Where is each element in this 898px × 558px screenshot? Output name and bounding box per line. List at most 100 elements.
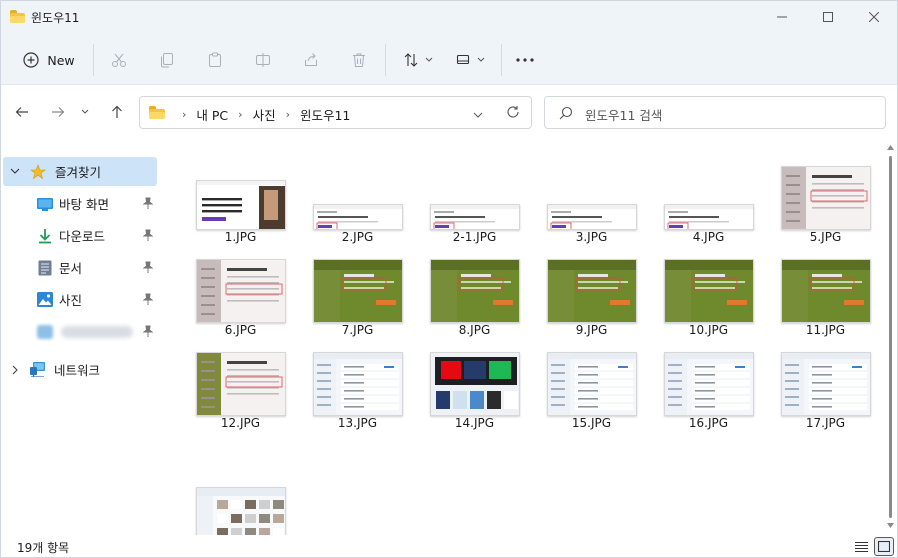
file-item[interactable]: 11.JPG [767, 243, 883, 337]
image-thumbnail [312, 259, 403, 323]
more-options-button[interactable] [511, 44, 539, 76]
chevron-down-icon [425, 57, 433, 62]
refresh-button[interactable] [506, 105, 522, 121]
title-bar[interactable]: 윈도우11 [1, 1, 897, 35]
blurred-label [61, 325, 133, 338]
new-label: New [47, 52, 75, 68]
view-icon [456, 54, 470, 65]
document-icon [38, 260, 52, 275]
explorer-window: 윈도우11 New › 내 PC › 사진 › 윈도우11 윈도우11 검색 즐… [0, 0, 898, 558]
command-bar: New [1, 35, 897, 85]
thumbnail-frame [650, 150, 767, 230]
file-item[interactable]: 2.JPG [299, 150, 416, 244]
file-item[interactable]: 17.JPG [767, 336, 883, 430]
file-name: 5.JPG [809, 230, 842, 244]
file-item[interactable]: 1.JPG [182, 150, 299, 244]
paste-button[interactable] [201, 44, 229, 76]
share-button[interactable] [297, 44, 325, 76]
sort-button[interactable] [397, 44, 439, 76]
sidebar-item-network[interactable]: 네트워크 [3, 355, 157, 384]
file-item[interactable]: 14.JPG [416, 336, 533, 430]
copy-button[interactable] [153, 44, 181, 76]
scroll-thumb[interactable] [889, 156, 892, 518]
separator [93, 44, 94, 76]
rename-icon [256, 53, 270, 67]
file-item[interactable]: 6.JPG [182, 243, 299, 337]
arrow-right-icon [52, 107, 65, 117]
cut-button[interactable] [105, 44, 133, 76]
file-name: 12.JPG [220, 416, 261, 430]
back-button[interactable] [9, 99, 35, 125]
image-thumbnail [312, 352, 403, 416]
search-box[interactable]: 윈도우11 검색 [544, 96, 886, 129]
breadcrumb-pictures[interactable]: 사진 [253, 105, 276, 124]
large-icons-view-button[interactable] [874, 537, 894, 556]
chevron-down-icon [81, 109, 89, 114]
file-item[interactable]: 12.JPG [182, 336, 299, 430]
arrow-up-icon [112, 105, 122, 118]
file-item[interactable]: 8.JPG [416, 243, 533, 337]
image-thumbnail [195, 259, 286, 323]
file-item[interactable]: 13.JPG [299, 336, 416, 430]
file-item[interactable]: 5.JPG [767, 150, 883, 244]
file-item[interactable]: 10.JPG [650, 243, 767, 337]
rename-button[interactable] [249, 44, 277, 76]
file-item[interactable]: 18.JPG [182, 463, 299, 535]
sidebar-item-favorites[interactable]: 즐겨찾기 [3, 157, 157, 186]
image-thumbnail [195, 180, 286, 230]
up-button[interactable] [104, 99, 130, 125]
thumbnail-image [196, 181, 285, 229]
address-history-button[interactable] [473, 108, 487, 118]
forward-button[interactable] [45, 99, 71, 125]
refresh-icon [507, 106, 519, 118]
item-count: 19개 항목 [17, 541, 70, 555]
breadcrumb-windows11[interactable]: 윈도우11 [300, 105, 350, 124]
file-name: 15.JPG [571, 416, 612, 430]
pin-icon [143, 229, 153, 241]
close-button[interactable] [851, 1, 897, 33]
image-thumbnail [780, 259, 871, 323]
image-thumbnail [663, 204, 754, 230]
thumbnail-image [781, 353, 870, 415]
view-button[interactable] [449, 44, 491, 76]
file-name: 3.JPG [575, 230, 608, 244]
file-item[interactable]: 2-1.JPG [416, 150, 533, 244]
folder-icon [10, 10, 25, 23]
delete-button[interactable] [345, 44, 373, 76]
thumbnail-image [664, 353, 753, 415]
details-view-icon [854, 542, 868, 552]
maximize-button[interactable] [805, 1, 851, 33]
thumbnail-image [781, 167, 870, 229]
image-thumbnail [546, 352, 637, 416]
arrow-left-icon [15, 107, 28, 117]
sidebar-item-pictures[interactable]: 사진 [3, 285, 157, 314]
file-item[interactable]: 3.JPG [533, 150, 650, 244]
file-item[interactable]: 15.JPG [533, 336, 650, 430]
thumbnail-image [664, 205, 753, 229]
vertical-scrollbar[interactable] [884, 140, 897, 535]
file-item[interactable]: 7.JPG [299, 243, 416, 337]
maximize-icon [823, 12, 833, 22]
recent-locations-button[interactable] [75, 99, 95, 125]
file-item[interactable]: 4.JPG [650, 150, 767, 244]
pin-icon [143, 197, 153, 209]
network-icon [30, 362, 45, 377]
image-thumbnail [663, 352, 754, 416]
details-view-button[interactable] [851, 537, 871, 556]
thumbnail-frame [650, 243, 767, 323]
minimize-button[interactable] [759, 1, 805, 33]
sidebar-item-documents[interactable]: 문서 [3, 253, 157, 282]
file-list: 1.JPG 2.JPG 2-1.JPG 3.JPG 4.JPG 5.JPG 6.JPG 7.J… [161, 140, 883, 535]
sidebar-item-downloads[interactable]: 다운로드 [3, 221, 157, 250]
sidebar-item-blurred[interactable] [3, 317, 157, 346]
image-thumbnail [663, 259, 754, 323]
thumbnail-frame [182, 150, 299, 230]
thumbnail-frame [533, 150, 650, 230]
sidebar-item-desktop[interactable]: 바탕 화면 [3, 189, 157, 218]
thumbnail-image [196, 488, 285, 535]
file-item[interactable]: 16.JPG [650, 336, 767, 430]
file-item[interactable]: 9.JPG [533, 243, 650, 337]
new-button[interactable]: New [15, 44, 83, 76]
address-bar[interactable]: › 내 PC › 사진 › 윈도우11 [139, 96, 532, 129]
breadcrumb-pc[interactable]: 내 PC [196, 105, 228, 124]
